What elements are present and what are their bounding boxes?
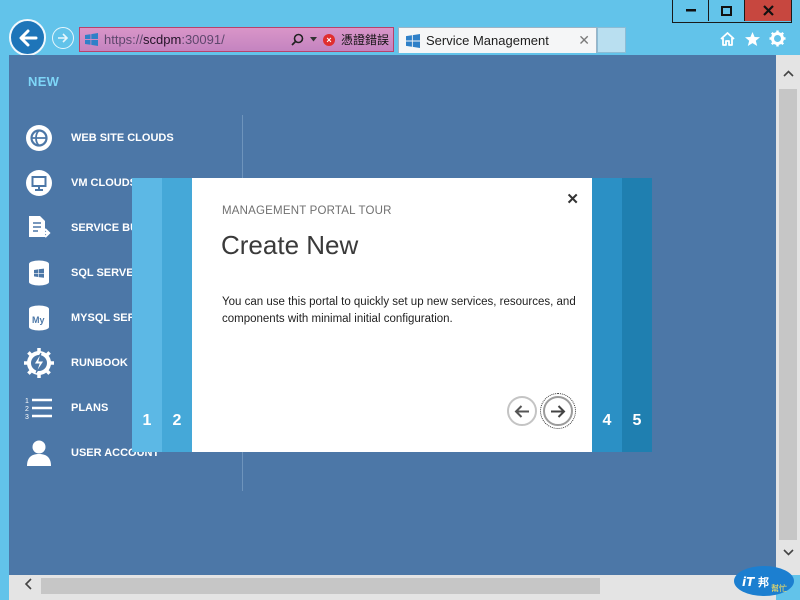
url-port: :30091/ [181,32,225,47]
svg-text:1: 1 [25,398,29,405]
horizontal-scroll-thumb[interactable] [41,578,600,594]
vm-clouds-icon [23,167,55,199]
restore-button[interactable] [708,0,744,21]
back-arrow-icon [19,29,37,46]
url-host: scdpm [143,32,182,47]
tour-title: Create New [221,230,359,260]
back-button[interactable] [9,19,46,56]
service-bus-icon [23,212,55,244]
scroll-up-icon[interactable] [783,70,794,77]
search-icon[interactable] [291,33,304,46]
close-icon [762,5,774,16]
favorites-icon[interactable] [744,31,761,47]
settings-icon[interactable] [769,30,786,47]
tour-step-number: 1 [142,412,152,429]
tour-close-icon[interactable]: ✕ [566,190,579,208]
tour-body: You can use this portal to quickly set u… [222,296,576,325]
menu-item-vm-clouds[interactable]: VM CLOUDS [23,165,137,201]
window-controls [672,0,792,23]
tour-step-2[interactable]: 2 [162,178,192,452]
restore-icon [721,5,732,16]
menu-item-service-bus[interactable]: SERVICE BUS [23,210,145,246]
dropdown-arrow-icon[interactable] [309,37,317,42]
cert-error-label[interactable]: 憑證錯誤 [341,31,389,48]
user-account-icon [23,437,55,469]
site-watermark-logo: iT 邦 幫忙 [734,566,794,596]
home-icon[interactable] [719,31,736,47]
menu-item-label: VM CLOUDS [71,177,137,189]
new-tab-button[interactable] [597,27,626,53]
svg-text:My: My [32,315,45,325]
arrow-left-icon [514,404,529,418]
menu-item-runbook[interactable]: RUNBOOK [23,345,128,381]
menu-item-label: SQL SERVER [71,267,142,279]
svg-text:幫忙: 幫忙 [771,583,787,593]
tour-kicker: MANAGEMENT PORTAL TOUR [222,205,392,217]
minimize-button[interactable] [673,0,708,21]
menu-item-plans[interactable]: 123 PLANS [23,390,108,426]
runbook-icon [23,347,55,379]
site-windows-logo-icon [85,33,98,46]
svg-text:2: 2 [25,406,29,413]
forward-arrow-icon [58,33,69,43]
tour-step-number: 5 [632,412,642,429]
tour-step-4[interactable]: 4 [592,178,622,452]
web-site-clouds-icon [23,122,55,154]
plans-icon: 123 [23,392,55,424]
tab-title: Service Management [426,33,549,48]
menu-item-sql-server[interactable]: SQL SERVER [23,255,142,291]
tab-windows-logo-icon [406,33,420,48]
tab-close-icon[interactable]: ✕ [578,32,590,49]
arrow-right-icon [551,404,566,418]
browser-tab[interactable]: Service Management ✕ [398,27,597,53]
menu-item-web-site-clouds[interactable]: WEB SITE CLOUDS [23,120,174,156]
sql-server-icon [23,257,55,289]
close-window-button[interactable] [744,0,791,21]
tour-step-1[interactable]: 1 [132,178,162,452]
tour-next-button[interactable] [540,393,576,429]
tour-previous-button[interactable] [507,396,537,426]
forward-button[interactable] [52,27,74,49]
mysql-server-icon: My [23,302,55,334]
menu-item-label: WEB SITE CLOUDS [71,132,174,144]
address-bar[interactable]: https://scdpm:30091/ × 憑證錯誤 [79,27,394,52]
url-scheme: https:// [104,32,144,47]
svg-text:3: 3 [25,414,29,420]
tour-step-number: 2 [172,412,182,429]
cert-error-icon[interactable]: × [322,33,335,46]
new-label: NEW [28,74,60,89]
menu-item-label: RUNBOOK [71,357,128,369]
address-tools: × 憑證錯誤 [291,31,393,48]
scroll-left-icon[interactable] [24,578,32,590]
svg-text:iT: iT [742,575,755,589]
minimize-icon [685,9,696,12]
vertical-scroll-thumb[interactable] [779,89,797,540]
menu-item-label: PLANS [71,402,109,414]
scroll-down-icon[interactable] [783,549,794,556]
browser-toolbar-icons [719,30,786,47]
tour-step-5[interactable]: 5 [622,178,652,452]
tour-card: MANAGEMENT PORTAL TOUR Create New You ca… [192,178,592,452]
svg-text:邦: 邦 [758,575,769,589]
tour-step-number: 4 [602,412,612,429]
